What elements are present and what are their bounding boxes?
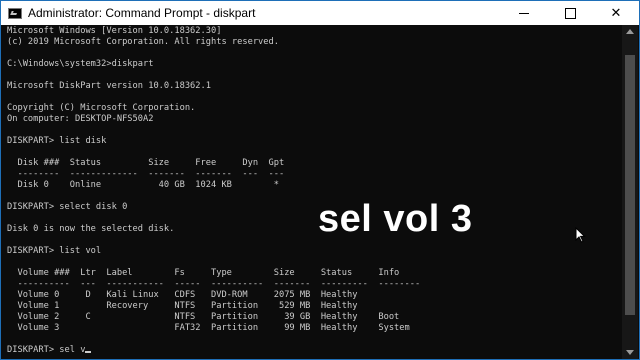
video-caption-overlay: sel vol 3 (318, 198, 473, 240)
console-line: ---------- --- ----------- ----- -------… (7, 279, 421, 289)
console-line: DISKPART> list disk (7, 136, 107, 146)
console-line: Disk 0 Online 40 GB 1024 KB * (7, 180, 279, 190)
maximize-button[interactable] (547, 1, 593, 25)
console-line: -------- ------------- ------- ------- -… (7, 169, 285, 179)
command-prompt-window: Administrator: Command Prompt - diskpart… (0, 0, 640, 360)
console-line: DISKPART> select disk 0 (7, 202, 128, 212)
close-button[interactable]: ✕ (593, 1, 639, 25)
console-line: Microsoft Windows [Version 10.0.18362.30… (7, 26, 222, 36)
console-line: Disk ### Status Size Free Dyn Gpt (7, 158, 285, 168)
cmd-icon[interactable] (8, 7, 22, 19)
console-prompt-line: DISKPART> sel v (7, 345, 623, 356)
console-line: Microsoft DiskPart version 10.0.18362.1 (7, 81, 211, 91)
title-bar[interactable]: Administrator: Command Prompt - diskpart… (1, 1, 639, 25)
console-line: Disk 0 is now the selected disk. (7, 224, 175, 234)
console-line: (c) 2019 Microsoft Corporation. All righ… (7, 37, 279, 47)
console-line: Volume 1 Recovery NTFS Partition 529 MB … (7, 301, 358, 311)
console-line: Volume ### Ltr Label Fs Type Size Status… (7, 268, 400, 278)
console-line: On computer: DESKTOP-NFS50A2 (7, 114, 154, 124)
console-line: Copyright (C) Microsoft Corporation. (7, 103, 196, 113)
console-line: C:\Windows\system32>diskpart (7, 59, 154, 69)
console-line: Volume 3 FAT32 Partition 99 MB Healthy S… (7, 323, 410, 333)
window-title: Administrator: Command Prompt - diskpart (28, 6, 256, 20)
mouse-pointer-icon (575, 227, 586, 243)
minimize-button[interactable] (501, 1, 547, 25)
console-line: Volume 2 C NTFS Partition 39 GB Healthy … (7, 312, 400, 322)
console-output[interactable]: Microsoft Windows [Version 10.0.18362.30… (1, 25, 623, 359)
scroll-up-arrow-icon[interactable] (626, 29, 634, 34)
vertical-scrollbar[interactable] (622, 25, 638, 359)
console-line: DISKPART> list vol (7, 246, 102, 256)
console-line: Volume 0 D Kali Linux CDFS DVD-ROM 2075 … (7, 290, 358, 300)
text-cursor (85, 351, 92, 353)
scroll-thumb[interactable] (625, 55, 635, 315)
scroll-down-arrow-icon[interactable] (626, 350, 634, 355)
